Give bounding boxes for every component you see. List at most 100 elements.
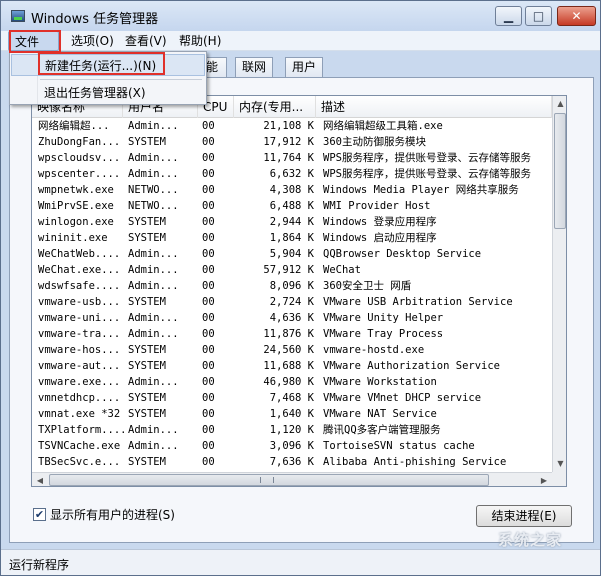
process-row[interactable]: TSVNCache.exe Admin... 00 3,096 K TortoiseSV… [32,438,552,454]
menu-options[interactable]: 选项(O) [65,31,120,51]
process-name: vmware-hos... [38,344,121,356]
process-user: Admin... [128,168,179,180]
exit-menu-item[interactable]: 退出任务管理器(X) [11,82,205,104]
process-row[interactable]: vmware-aut... SYSTEM 00 11,688 K VMware Auth… [32,358,552,374]
column-description[interactable]: 描述 [316,96,552,118]
process-cpu: 00 [202,424,215,436]
process-name: TSVNCache.exe [38,440,121,452]
vertical-scrollbar[interactable]: ▲ ▼ [552,96,566,472]
window-title: Windows 任务管理器 [31,12,159,27]
process-memory: 8,096 K [269,280,314,292]
process-memory: 11,876 K [263,328,314,340]
process-description: 360主动防御服务模块 [323,136,426,148]
process-user: SYSTEM [128,408,166,420]
tab-networking[interactable]: 联网 [235,57,274,77]
process-name: wmpnetwk.exe [38,184,114,196]
show-all-processes-label[interactable]: 显示所有用户的进程(S) [50,506,175,523]
process-description: TortoiseSVN status cache [323,440,475,452]
process-row[interactable]: vmware-hos... SYSTEM 00 24,560 K vmware-host… [32,342,552,358]
process-user: Admin... [128,440,179,452]
status-bar: 运行新程序 [1,549,600,575]
task-manager-icon [11,10,25,22]
process-description: WPS服务程序，提供账号登录、云存储等服务 [323,168,531,180]
process-memory: 17,912 K [263,136,314,148]
process-cpu: 00 [202,200,215,212]
process-row[interactable]: wmpnetwk.exe NETWO... 00 4,308 K Windows Med… [32,182,552,198]
process-row[interactable]: ZhuDongFan... SYSTEM 00 17,912 K 360主动防御服务模块 [32,134,552,150]
process-row[interactable]: vmware-uni... Admin... 00 4,636 K VMware Uni… [32,310,552,326]
scroll-right-icon[interactable]: ▶ [536,473,552,486]
process-name: wdswfsafe.... [38,280,121,292]
process-row[interactable]: WeChatWeb.... Admin... 00 5,904 K QQBrowser … [32,246,552,262]
process-description: VMware USB Arbitration Service [323,296,513,308]
process-description: 360安全卫士 网盾 [323,280,412,292]
process-row[interactable]: TBSecSvc.e... SYSTEM 00 7,636 K Alibaba Anti… [32,454,552,470]
process-cpu: 00 [202,328,215,340]
process-description: vmware-hostd.exe [323,344,425,356]
process-row[interactable]: vmware-tra... Admin... 00 11,876 K VMware Tr… [32,326,552,342]
show-all-processes[interactable]: ✔ 显示所有用户的进程(S) [33,506,175,522]
process-cpu: 00 [202,408,215,420]
watermark-logo: 系统之家 [498,531,563,549]
process-name: vmware-usb... [38,296,121,308]
vertical-scroll-thumb[interactable] [554,113,566,229]
process-user: Admin... [128,424,179,436]
process-row[interactable]: WmiPrvSE.exe NETWO... 00 6,488 K WMI Provide… [32,198,552,214]
show-all-processes-checkbox[interactable]: ✔ [33,507,46,521]
process-name: WmiPrvSE.exe [38,200,114,212]
horizontal-scroll-thumb[interactable] [49,474,489,486]
process-row[interactable]: wpscenter.... Admin... 00 6,632 K WPS服务程序，提供… [32,166,552,182]
process-row[interactable]: WeChat.exe... Admin... 00 57,912 K WeChat [32,262,552,278]
process-cpu: 00 [202,168,215,180]
process-memory: 2,944 K [269,216,314,228]
process-name: vmware-aut... [38,360,121,372]
menu-bar: 文件(F) 选项(O) 查看(V) 帮助(H) [1,31,600,69]
process-row[interactable]: wininit.exe SYSTEM 00 1,864 K Windows 启动应用程序 [32,230,552,246]
process-name: vmnat.exe *32 [38,408,121,420]
process-memory: 11,764 K [263,152,314,164]
process-rows: 网络编辑超... Admin... 00 21,108 K 网络编辑超级工具箱.exe Z… [32,118,552,486]
process-row[interactable]: wpscloudsv... Admin... 00 11,764 K WPS服务程序，提… [32,150,552,166]
process-name: winlogon.exe [38,216,114,228]
tab-users[interactable]: 用户 [285,57,324,77]
process-name: ZhuDongFan... [38,136,121,148]
process-row[interactable]: vmnetdhcp.... SYSTEM 00 7,468 K VMware VMnet… [32,390,552,406]
process-row[interactable]: vmnat.exe *32 SYSTEM 00 1,640 K VMware NAT S… [32,406,552,422]
process-row[interactable]: winlogon.exe SYSTEM 00 2,944 K Windows 登录应用程… [32,214,552,230]
process-row[interactable]: TXPlatform.... Admin... 00 1,120 K 腾讯QQ多客户端管… [32,422,552,438]
process-cpu: 00 [202,392,215,404]
process-name: TXPlatform.... [38,424,124,436]
process-row[interactable]: vmware.exe... Admin... 00 46,980 K VMware Wo… [32,374,552,390]
process-user: SYSTEM [128,344,166,356]
maximize-button[interactable]: □ [525,6,552,26]
process-name: wpscenter.... [38,168,121,180]
menu-help[interactable]: 帮助(H) [173,31,227,51]
process-memory: 1,640 K [269,408,314,420]
process-user: SYSTEM [128,232,166,244]
menu-view[interactable]: 查看(V) [119,31,173,51]
process-cpu: 00 [202,184,215,196]
scroll-up-icon[interactable]: ▲ [553,96,566,112]
close-button[interactable]: ✕ [557,6,596,26]
end-process-button[interactable]: 结束进程(E) [476,505,572,527]
scroll-down-icon[interactable]: ▼ [553,456,566,472]
process-list: 映像名称 用户名 CPU 内存(专用... 描述 网络编辑超... Admin..… [31,95,567,487]
process-description: VMware Workstation [323,376,437,388]
process-user: SYSTEM [128,216,166,228]
grip-icon [260,477,274,483]
process-description: VMware Authorization Service [323,360,501,372]
process-user: SYSTEM [128,296,166,308]
process-cpu: 00 [202,280,215,292]
title-bar: Windows 任务管理器 ▁ □ ✕ [1,1,600,31]
minimize-button[interactable]: ▁ [495,6,522,26]
column-memory[interactable]: 内存(专用... [234,96,316,118]
process-description: Alibaba Anti-phishing Service [323,456,507,468]
process-user: Admin... [128,280,179,292]
process-row[interactable]: vmware-usb... SYSTEM 00 2,724 K VMware USB A… [32,294,552,310]
horizontal-scrollbar[interactable]: ◀ ▶ [32,472,552,486]
process-user: Admin... [128,248,179,260]
scroll-left-icon[interactable]: ◀ [32,473,48,486]
process-user: Admin... [128,328,179,340]
process-row[interactable]: wdswfsafe.... Admin... 00 8,096 K 360安全卫士 网盾 [32,278,552,294]
process-row[interactable]: 网络编辑超... Admin... 00 21,108 K 网络编辑超级工具箱.exe [32,118,552,134]
